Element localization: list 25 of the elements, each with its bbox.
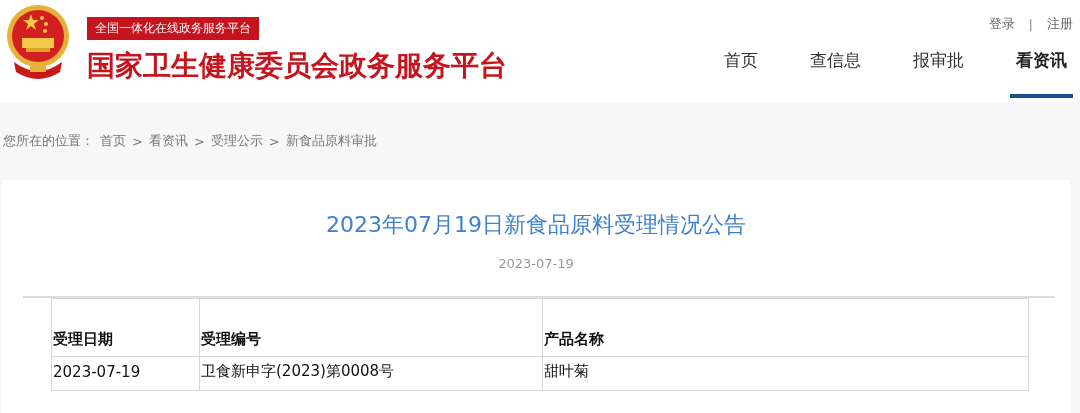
table-header-cell: 产品名称	[542, 298, 1029, 357]
table-cell: 卫食新申字(2023)第0008号	[199, 356, 543, 391]
nav-tab[interactable]: 报审批	[907, 49, 970, 98]
breadcrumb-separator: >	[132, 133, 143, 149]
nav-tab[interactable]: 首页	[718, 49, 764, 98]
register-link[interactable]: 注册	[1047, 15, 1073, 33]
table-cell: 甜叶菊	[542, 356, 1029, 391]
breadcrumb-label: 您所在的位置：	[3, 132, 94, 150]
article-date: 2023-07-19	[498, 256, 574, 271]
table-header-cell: 受理编号	[199, 298, 543, 357]
login-link[interactable]: 登录	[988, 15, 1015, 33]
breadcrumb-link[interactable]: 首页	[100, 132, 126, 150]
nav-tab[interactable]: 看资讯	[1010, 49, 1073, 98]
breadcrumb-separator: >	[268, 133, 280, 149]
nav-tab[interactable]: 查信息	[804, 49, 867, 98]
table-header-cell: 受理日期	[51, 298, 200, 357]
article-title: 2023年07月19日新食品原料受理情况公告	[326, 211, 746, 239]
breadcrumb-separator: >	[193, 133, 205, 149]
separator: |	[1028, 16, 1033, 32]
platform-badge: 全国一体化在线政务服务平台	[87, 17, 259, 40]
breadcrumb-link[interactable]: 受理公示	[210, 132, 263, 150]
breadcrumb-link[interactable]: 看资讯	[148, 132, 188, 150]
table-cell: 2023-07-19	[51, 356, 200, 391]
breadcrumb-link[interactable]: 新食品原料审批	[285, 132, 377, 150]
site-title: 国家卫生健康委员会政务服务平台	[87, 48, 507, 84]
